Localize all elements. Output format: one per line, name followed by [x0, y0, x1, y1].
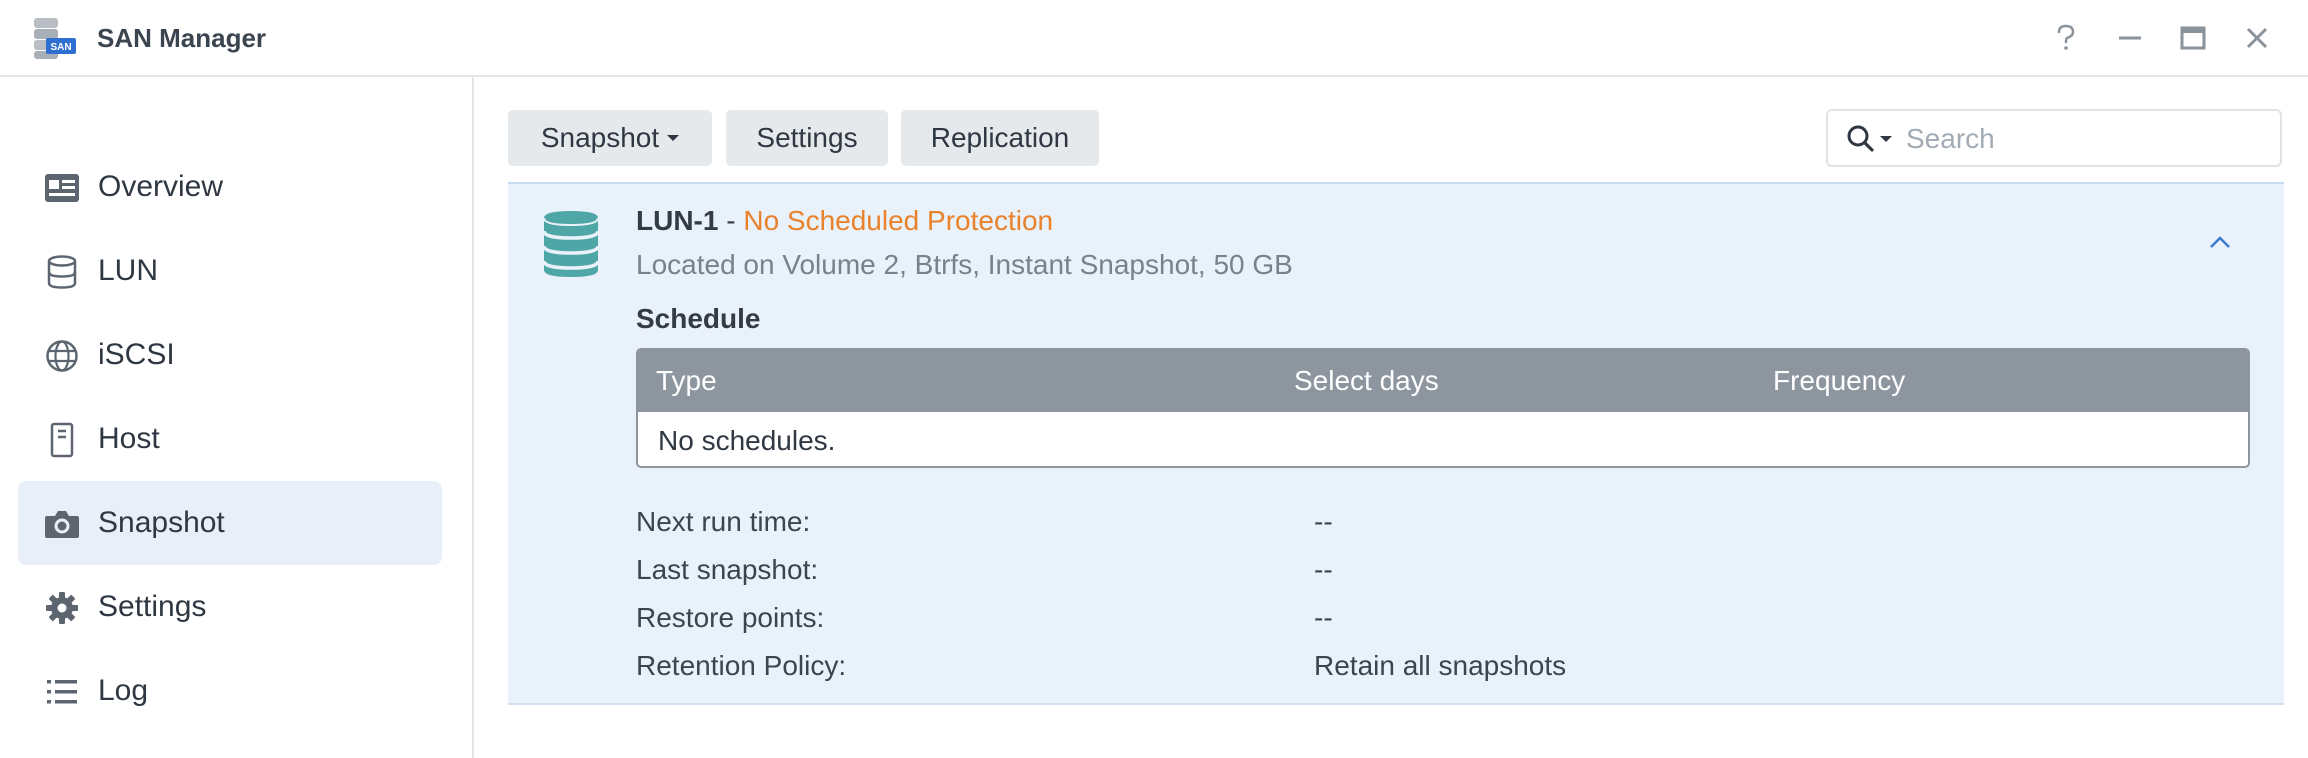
replication-button-label: Replication [930, 122, 1070, 153]
sidebar-item-label: Settings [98, 590, 207, 623]
gear-icon [44, 590, 80, 626]
app-icon-badge: SAN [50, 42, 71, 53]
title-bar: SAN SAN Manager [0, 0, 2308, 77]
next-run-time-label: Next run time: [636, 506, 811, 537]
settings-button[interactable]: Settings [726, 110, 888, 166]
list-icon [44, 674, 80, 710]
search-box[interactable] [1826, 109, 2282, 167]
snapshot-button-label: Snapshot [540, 122, 660, 153]
collapse-button[interactable] [2200, 224, 2240, 260]
restore-points-value: -- [1314, 602, 1333, 633]
overview-icon [44, 170, 80, 206]
sidebar-item-label: Snapshot [98, 506, 225, 539]
lun-database-icon [542, 211, 600, 277]
minimize-icon [2119, 36, 2141, 40]
restore-points-label: Restore points: [636, 602, 825, 633]
empty-table-message: No schedules. [658, 425, 836, 456]
globe-icon [44, 338, 80, 374]
sidebar-item-iscsi[interactable]: iSCSI [18, 313, 442, 397]
sidebar-item-log[interactable]: Log [18, 649, 442, 733]
column-header-select-days[interactable]: Select days [1294, 363, 1439, 399]
lun-status: No Scheduled Protection [743, 205, 1054, 236]
sidebar-item-settings[interactable]: Settings [18, 565, 442, 649]
san-manager-icon: SAN [34, 18, 76, 59]
maximize-button[interactable] [2173, 18, 2213, 58]
retention-policy-label: Retention Policy: [636, 650, 847, 681]
lun-panel: LUN-1 - No Scheduled Protection Located … [508, 182, 2284, 705]
lun-header: LUN-1 - No Scheduled Protection [636, 203, 1053, 239]
column-header-type[interactable]: Type [656, 363, 717, 399]
schedule-title: Schedule [636, 303, 761, 334]
san-manager-window: SAN SAN Manager Overview LUN iSCSI Host … [0, 0, 2308, 758]
table-header: Type Select days Frequency [638, 350, 2248, 412]
close-icon [2246, 27, 2268, 49]
camera-icon [44, 506, 80, 542]
search-icon[interactable] [1846, 124, 1896, 154]
help-button[interactable] [2046, 18, 2086, 58]
sidebar-item-lun[interactable]: LUN [18, 229, 442, 313]
app-title: SAN Manager [97, 23, 267, 53]
last-snapshot-label: Last snapshot: [636, 554, 819, 585]
column-header-frequency[interactable]: Frequency [1773, 363, 1905, 399]
sidebar-item-label: Log [98, 674, 149, 707]
last-snapshot-value: -- [1314, 554, 1333, 585]
help-icon [2057, 24, 2075, 50]
minimize-button[interactable] [2110, 18, 2150, 58]
next-run-time-value: -- [1314, 506, 1333, 537]
sidebar-item-snapshot[interactable]: Snapshot [18, 481, 442, 565]
lun-name: LUN-1 [636, 205, 719, 236]
schedule-table: Type Select days Frequency No schedules. [636, 348, 2250, 468]
sidebar-item-label: LUN [98, 254, 159, 287]
sidebar: Overview LUN iSCSI Host Snapshot Setting… [0, 77, 474, 758]
sidebar-item-host[interactable]: Host [18, 397, 442, 481]
sidebar-item-overview[interactable]: Overview [18, 145, 442, 229]
lun-details: Located on Volume 2, Btrfs, Instant Snap… [636, 249, 1293, 280]
lun-name-separator: - [718, 205, 744, 236]
sidebar-item-label: Host [98, 422, 160, 455]
replication-button[interactable]: Replication [901, 110, 1099, 166]
retention-policy-value: Retain all snapshots [1314, 650, 1567, 681]
chevron-down-icon [667, 134, 680, 141]
chevron-up-icon [2210, 236, 2230, 248]
close-button[interactable] [2237, 18, 2277, 58]
table-row: No schedules. [638, 412, 2248, 466]
settings-button-label: Settings [756, 122, 858, 153]
sidebar-item-label: iSCSI [98, 338, 175, 371]
snapshot-dropdown-button[interactable]: Snapshot [508, 110, 712, 166]
host-icon [44, 422, 80, 458]
main-content: Snapshot Settings Replication Search LUN… [476, 77, 2308, 758]
maximize-icon [2180, 26, 2206, 50]
database-icon [44, 254, 80, 290]
search-input[interactable] [1906, 121, 2266, 157]
sidebar-item-label: Overview [98, 170, 224, 203]
